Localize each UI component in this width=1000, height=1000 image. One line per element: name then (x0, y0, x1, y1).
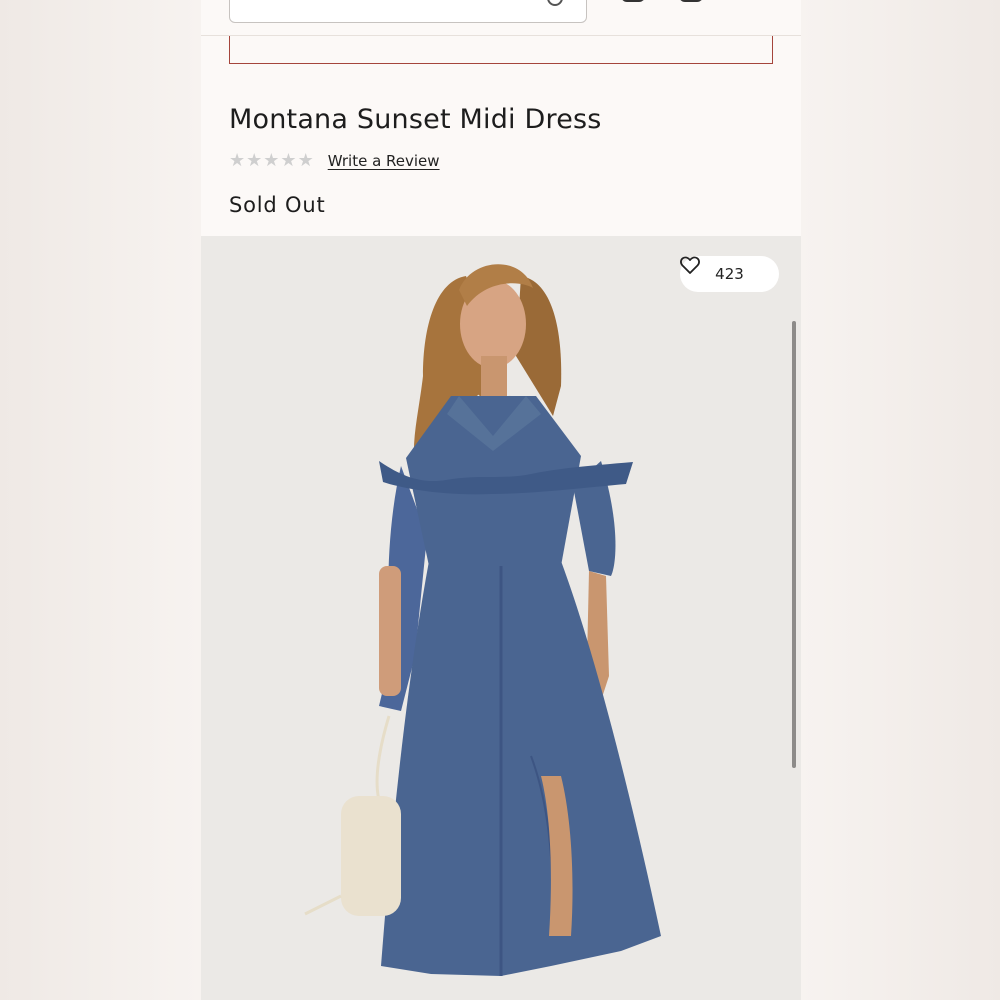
bag-icon[interactable] (679, 0, 703, 2)
rating-row: ★ ★ ★ ★ ★ Write a Review (229, 150, 440, 172)
stock-status: Sold Out (229, 193, 326, 217)
account-icon[interactable] (621, 0, 645, 2)
heart-icon (680, 256, 700, 274)
star-icon: ★ (229, 150, 246, 171)
write-review-link[interactable]: Write a Review (328, 152, 440, 170)
product-title: Montana Sunset Midi Dress (229, 104, 602, 135)
site-header (201, 0, 801, 36)
like-count: 423 (715, 265, 744, 283)
mobile-viewport: Montana Sunset Midi Dress ★ ★ ★ ★ ★ Writ… (201, 0, 801, 1000)
promo-banner (229, 36, 773, 64)
search-input[interactable] (229, 0, 587, 23)
star-icon: ★ (246, 150, 263, 171)
like-button[interactable]: 423 (680, 256, 779, 292)
model-photo (304, 264, 661, 976)
star-icon: ★ (297, 150, 314, 171)
star-icon: ★ (280, 150, 297, 171)
star-icon: ★ (263, 150, 280, 171)
image-scrollbar[interactable] (792, 321, 796, 768)
star-rating[interactable]: ★ ★ ★ ★ ★ (229, 152, 314, 170)
product-image[interactable]: 423 (201, 236, 801, 1000)
